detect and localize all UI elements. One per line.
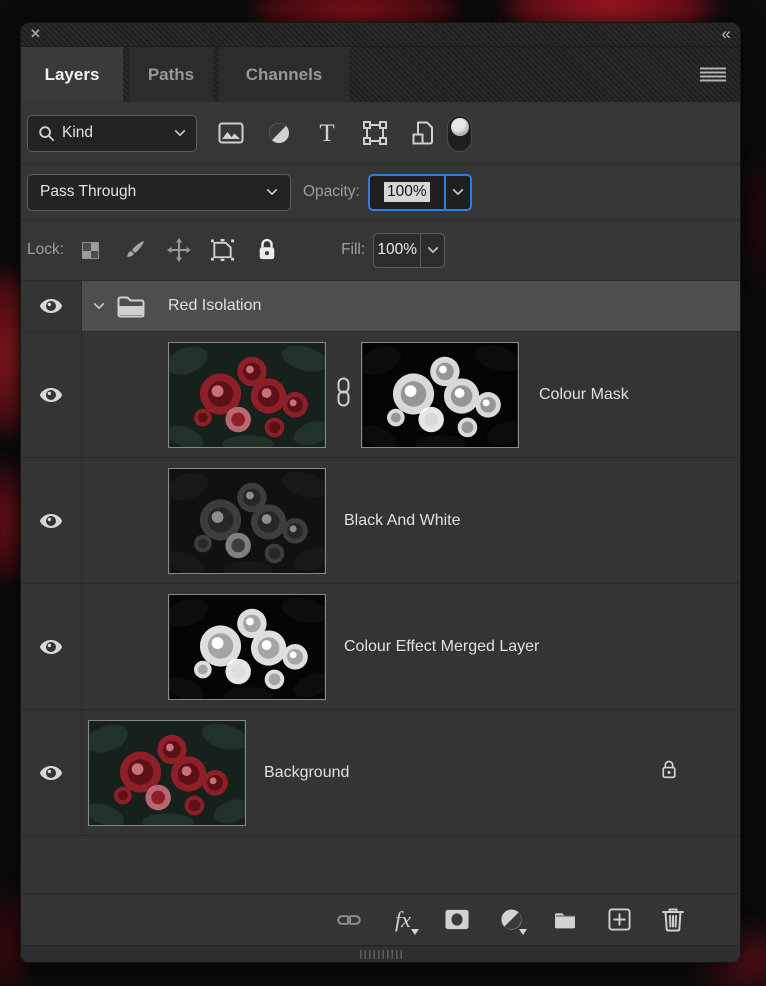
- chevron-down-icon: [174, 124, 186, 142]
- visibility-column: [21, 710, 82, 835]
- smart-object-filter-icon[interactable]: [409, 119, 437, 147]
- layer-mask-thumbnail[interactable]: [361, 341, 519, 448]
- adjustment-menu-arrow-icon: [519, 928, 527, 935]
- layer-row-body[interactable]: Black And White: [82, 458, 740, 583]
- new-adjustment-layer-icon[interactable]: [499, 906, 527, 935]
- layer-row-background[interactable]: Background: [21, 710, 740, 836]
- layer-row-body[interactable]: Background: [82, 710, 740, 835]
- fill-label: Fill:: [341, 241, 366, 258]
- panel-titlebar[interactable]: ✕ «: [21, 23, 740, 47]
- visibility-column: [21, 458, 82, 583]
- blend-mode-dropdown[interactable]: Pass Through: [27, 173, 291, 211]
- fill-value[interactable]: 100%: [374, 234, 420, 267]
- eye-icon[interactable]: [38, 512, 64, 530]
- fill-dropdown-icon[interactable]: [420, 233, 444, 267]
- collapse-panel-icon[interactable]: «: [722, 24, 732, 44]
- fx-menu-arrow-icon: [411, 928, 419, 935]
- visibility-column: [21, 584, 82, 709]
- layer-list-empty-area[interactable]: [21, 836, 740, 893]
- panel-menu-icon[interactable]: [700, 67, 726, 82]
- layer-lock-icon: [660, 759, 678, 786]
- opacity-field[interactable]: 100%: [367, 173, 472, 211]
- layer-name[interactable]: Colour Effect Merged Layer: [344, 638, 539, 656]
- panel-resize-strip: [21, 945, 740, 962]
- layer-filtering-toggle[interactable]: [447, 114, 472, 152]
- lock-label: Lock:: [27, 241, 65, 258]
- layer-thumbnail[interactable]: [88, 719, 246, 826]
- opacity-dropdown-icon[interactable]: [443, 175, 470, 209]
- filter-type-icons: T: [217, 119, 437, 147]
- new-group-icon[interactable]: [553, 906, 577, 934]
- visibility-column: [21, 281, 82, 331]
- add-layer-mask-icon[interactable]: [445, 906, 469, 934]
- lock-row: Lock: Fill: 100%: [21, 220, 740, 281]
- group-row-body[interactable]: Red Isolation: [82, 281, 740, 331]
- pixel-layer-filter-icon[interactable]: [217, 119, 245, 147]
- eye-icon[interactable]: [38, 386, 64, 404]
- close-icon[interactable]: ✕: [30, 26, 41, 42]
- layer-row-body[interactable]: Colour Effect Merged Layer: [82, 584, 740, 709]
- link-layers-icon[interactable]: [337, 906, 361, 934]
- layer-name[interactable]: Black And White: [344, 512, 461, 530]
- lock-position-icon[interactable]: [166, 238, 191, 263]
- delete-layer-icon[interactable]: [661, 906, 685, 934]
- layer-thumbnail[interactable]: [168, 341, 326, 448]
- new-layer-icon[interactable]: [607, 906, 631, 934]
- layer-effects-icon[interactable]: fx: [391, 906, 419, 935]
- group-folder-icon: [116, 294, 146, 318]
- mask-link-icon[interactable]: [336, 377, 351, 412]
- layer-list: Red Isolation Colour Mask Black And Whit…: [21, 281, 740, 893]
- opacity-label: Opacity:: [303, 183, 360, 200]
- layer-row[interactable]: Colour Effect Merged Layer: [21, 584, 740, 710]
- fill-field[interactable]: 100%: [373, 232, 446, 268]
- adjustment-layer-filter-icon[interactable]: [265, 119, 293, 147]
- layers-panel: ✕ « Layers Paths Channels Kind T Pass Th…: [20, 22, 741, 963]
- fx-label: fx: [395, 906, 411, 932]
- eye-icon[interactable]: [38, 764, 64, 782]
- blend-mode-value: Pass Through: [40, 183, 137, 200]
- toggle-knob: [450, 117, 469, 136]
- tab-channels[interactable]: Channels: [219, 47, 349, 102]
- blend-row: Pass Through Opacity: 100%: [21, 165, 740, 220]
- tab-paths[interactable]: Paths: [129, 47, 213, 102]
- visibility-column: [21, 332, 82, 457]
- layer-name[interactable]: Red Isolation: [168, 297, 261, 315]
- lock-icons: [78, 238, 279, 263]
- layer-thumbnail[interactable]: [168, 593, 326, 700]
- layer-row[interactable]: Black And White: [21, 458, 740, 584]
- layer-row-group[interactable]: Red Isolation: [21, 281, 740, 332]
- lock-all-icon[interactable]: [254, 238, 279, 263]
- search-icon: [39, 125, 55, 141]
- rose-photo-fragment: [742, 150, 766, 290]
- resize-grip-handle[interactable]: [359, 949, 402, 959]
- type-layer-filter-icon[interactable]: T: [313, 119, 341, 147]
- lock-transparency-icon[interactable]: [78, 238, 103, 263]
- eye-icon[interactable]: [38, 638, 64, 656]
- chevron-down-icon[interactable]: [88, 302, 110, 310]
- filter-row: Kind T: [21, 102, 740, 165]
- layer-name[interactable]: Background: [264, 764, 349, 782]
- panel-tabbar: Layers Paths Channels: [21, 47, 740, 102]
- lock-pixels-icon[interactable]: [122, 238, 147, 263]
- chevron-down-icon: [266, 183, 278, 201]
- panel-toolbar: fx: [21, 893, 740, 945]
- filter-kind-dropdown[interactable]: Kind: [27, 114, 197, 152]
- layer-row[interactable]: Colour Mask: [21, 332, 740, 458]
- tab-layers[interactable]: Layers: [21, 47, 123, 102]
- opacity-value[interactable]: 100%: [384, 182, 430, 202]
- layer-name[interactable]: Colour Mask: [539, 386, 629, 404]
- lock-artboard-icon[interactable]: [210, 238, 235, 263]
- eye-icon[interactable]: [38, 297, 64, 315]
- layer-row-body[interactable]: Colour Mask: [82, 332, 740, 457]
- shape-layer-filter-icon[interactable]: [361, 119, 389, 147]
- filter-kind-label: Kind: [62, 124, 94, 141]
- layer-thumbnail[interactable]: [168, 467, 326, 574]
